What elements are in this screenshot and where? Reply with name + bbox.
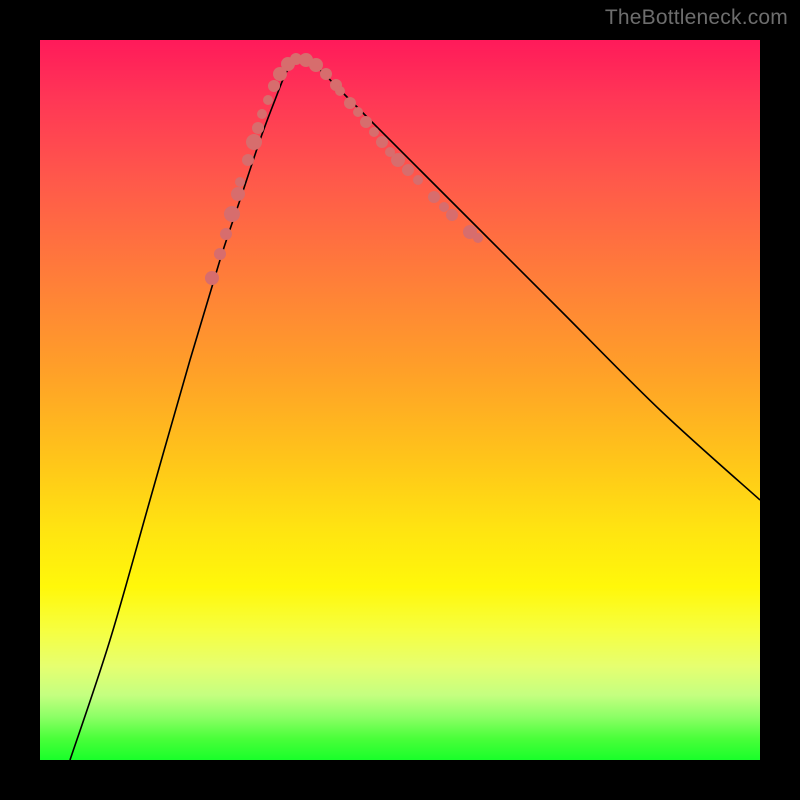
- bottleneck-curve: [70, 58, 760, 760]
- watermark-label: TheBottleneck.com: [605, 6, 788, 30]
- scatter-point: [231, 187, 245, 201]
- scatter-point: [257, 109, 267, 119]
- scatter-point: [263, 95, 273, 105]
- scatter-point: [252, 122, 264, 134]
- highlighted-points: [205, 53, 483, 285]
- scatter-point: [214, 248, 226, 260]
- scatter-point: [439, 202, 449, 212]
- chart-frame: TheBottleneck.com: [0, 0, 800, 800]
- scatter-point: [369, 127, 379, 137]
- scatter-point: [446, 209, 458, 221]
- scatter-point: [268, 80, 280, 92]
- scatter-point: [344, 97, 356, 109]
- scatter-point: [428, 191, 440, 203]
- scatter-point: [376, 136, 388, 148]
- scatter-point: [235, 177, 245, 187]
- scatter-point: [413, 175, 423, 185]
- scatter-point: [205, 271, 219, 285]
- scatter-point: [391, 153, 405, 167]
- chart-svg: [40, 40, 760, 760]
- scatter-point: [246, 134, 262, 150]
- scatter-point: [335, 86, 345, 96]
- scatter-point: [320, 68, 332, 80]
- scatter-point: [473, 233, 483, 243]
- scatter-point: [309, 58, 323, 72]
- scatter-point: [353, 107, 363, 117]
- plot-area: [40, 40, 760, 760]
- scatter-point: [402, 164, 414, 176]
- scatter-point: [360, 116, 372, 128]
- scatter-point: [220, 228, 232, 240]
- scatter-point: [224, 206, 240, 222]
- scatter-point: [242, 154, 254, 166]
